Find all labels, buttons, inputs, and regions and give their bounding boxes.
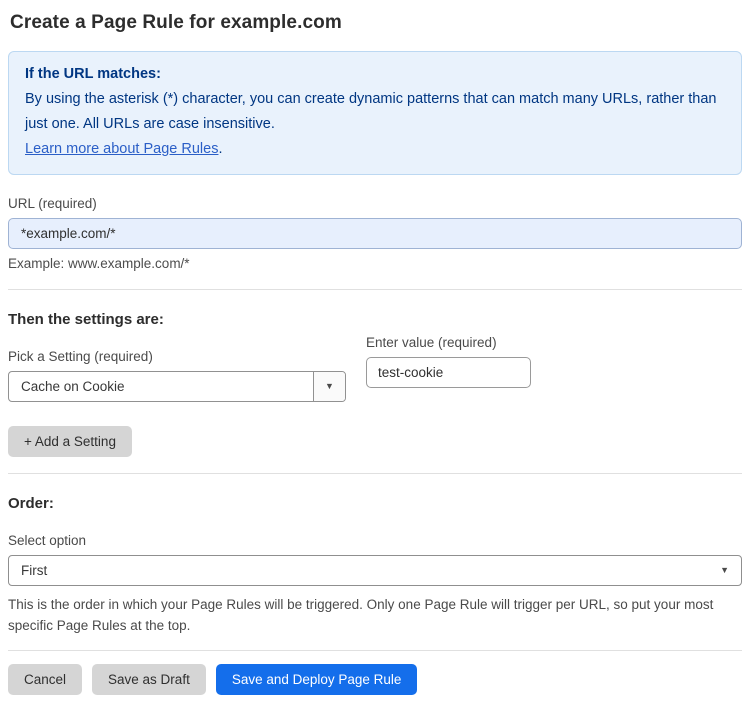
chevron-down-icon: ▼ [325, 381, 334, 391]
url-field-label: URL (required) [8, 196, 97, 211]
setting-dropdown[interactable]: Cache on Cookie ▼ [8, 371, 346, 402]
link-period: . [218, 141, 223, 157]
save-as-draft-button[interactable]: Save as Draft [92, 664, 206, 695]
setting-value-input[interactable] [366, 357, 531, 388]
setting-picker-column: Pick a Setting (required) Cache on Cooki… [8, 328, 346, 402]
divider-footer [8, 650, 742, 651]
setting-value-column: Enter value (required) [366, 335, 531, 388]
footer-actions: Cancel Save as Draft Save and Deploy Pag… [8, 664, 742, 695]
info-box-body: By using the asterisk (*) character, you… [25, 91, 717, 132]
learn-more-link[interactable]: Learn more about Page Rules [25, 141, 218, 157]
url-input[interactable] [8, 218, 742, 249]
url-match-info-box: If the URL matches: By using the asteris… [8, 51, 742, 175]
info-box-link-line: Learn more about Page Rules. [25, 137, 725, 162]
page-rule-form: Create a Page Rule for example.com If th… [0, 12, 750, 695]
setting-picker-label: Pick a Setting (required) [8, 349, 153, 364]
chevron-down-icon: ▼ [720, 565, 729, 575]
setting-dropdown-value: Cache on Cookie [21, 379, 125, 394]
setting-value-label: Enter value (required) [366, 335, 497, 350]
order-section-heading: Order: [8, 495, 54, 512]
setting-dropdown-arrow-button[interactable]: ▼ [313, 372, 345, 401]
info-box-heading: If the URL matches: [25, 66, 161, 82]
settings-section-heading: Then the settings are: [8, 311, 164, 328]
settings-row: Pick a Setting (required) Cache on Cooki… [8, 328, 742, 402]
order-select-label: Select option [8, 533, 87, 548]
save-and-deploy-button[interactable]: Save and Deploy Page Rule [215, 664, 418, 695]
order-dropdown-value: First [21, 563, 48, 578]
divider-settings-order [8, 473, 742, 474]
cancel-button[interactable]: Cancel [8, 664, 83, 695]
order-dropdown[interactable]: First ▼ [8, 555, 742, 586]
page-title: Create a Page Rule for example.com [10, 12, 342, 33]
add-setting-button[interactable]: + Add a Setting [8, 426, 132, 457]
url-example-helper: Example: www.example.com/* [8, 256, 190, 271]
divider-url-settings [8, 289, 742, 290]
order-helper-text: This is the order in which your Page Rul… [8, 597, 714, 633]
